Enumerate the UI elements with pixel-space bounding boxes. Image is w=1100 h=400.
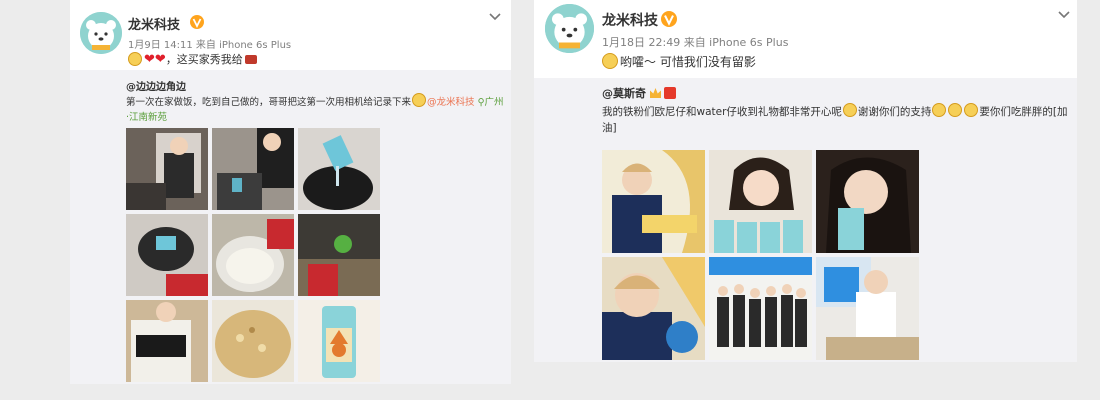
photo-thumbnail[interactable]: [212, 214, 294, 296]
smile-emoji-icon: [412, 93, 427, 107]
post-content: 哟嚯～ 可惜我们没有留影: [602, 52, 756, 70]
photo-thumbnail[interactable]: [126, 128, 208, 210]
weibo-post-card: 龙米科技 1月18日 22:49 来自 iPhone 6s Plus 哟嚯～ 可…: [534, 0, 1077, 362]
repost-block: @莫斯奇 我的铁粉们欧尼仔和water仔收到礼物都非常开心呢 谢谢你们的支持 要你们…: [534, 78, 1077, 362]
author-avatar[interactable]: [80, 12, 122, 54]
hug-emoji-icon: [128, 52, 142, 66]
chevron-down-icon[interactable]: [1056, 6, 1072, 20]
photo-thumbnail[interactable]: [298, 214, 380, 296]
photo-thumbnail[interactable]: [126, 300, 208, 382]
photo-grid: [602, 150, 919, 360]
repost-user[interactable]: @莫斯奇: [602, 85, 676, 101]
photo-thumbnail[interactable]: [816, 150, 919, 253]
photo-thumbnail[interactable]: [126, 214, 208, 296]
post-text: ，这买家秀我给: [165, 53, 243, 66]
post-meta: 1月18日 22:49 来自 iPhone 6s Plus: [602, 36, 789, 49]
post-content: ❤ ❤ ，这买家秀我给: [128, 51, 257, 67]
author-name[interactable]: 龙米科技: [128, 14, 180, 33]
post-text: 哟嚯～ 可惜我们没有留影: [620, 54, 756, 69]
repost-block: @边边边角边 第一次在家做饭，吃到自己做的，哥哥把这第一次用相机给记录下来 @龙米…: [70, 70, 511, 384]
badge-icon: [664, 87, 676, 99]
mention-link[interactable]: @龙米科技: [427, 97, 475, 108]
verified-v-icon: [661, 11, 677, 27]
photo-thumbnail[interactable]: [212, 128, 294, 210]
post-meta: 1月9日 14:11 来自 iPhone 6s Plus: [128, 40, 292, 51]
trophy-icon: [244, 54, 257, 64]
repost-text: 第一次在家做饭，吃到自己做的，哥哥把这第一次用相机给记录下来 @龙米科技 ⚲广州·…: [126, 93, 506, 125]
smile-emoji-icon: [948, 103, 963, 117]
laugh-emoji-icon: [602, 53, 618, 69]
smile-emoji-icon: [964, 103, 979, 117]
photo-thumbnail[interactable]: [298, 128, 380, 210]
verified-v-icon: [190, 14, 204, 29]
repost-text: 我的铁粉们欧尼仔和water仔收到礼物都非常开心呢 谢谢你们的支持 要你们吃胖胖的[…: [602, 103, 1072, 137]
location-pin-icon: ⚲: [477, 97, 485, 108]
photo-thumbnail[interactable]: [602, 257, 705, 360]
smile-emoji-icon: [932, 103, 947, 117]
photo-thumbnail[interactable]: [212, 300, 294, 382]
author-avatar[interactable]: [545, 4, 594, 53]
heart-icon: ❤: [144, 51, 155, 67]
photo-thumbnail[interactable]: [602, 150, 705, 253]
crown-icon: [650, 88, 661, 98]
smile-emoji-icon: [842, 103, 857, 117]
photo-thumbnail[interactable]: [298, 300, 380, 382]
chevron-down-icon[interactable]: [488, 8, 502, 22]
photo-thumbnail[interactable]: [709, 150, 812, 253]
heart-icon: ❤: [154, 51, 166, 67]
photo-thumbnail[interactable]: [709, 257, 812, 360]
weibo-post-card: 龙米科技 1月9日 14:11 来自 iPhone 6s Plus ❤ ❤ ，这…: [70, 0, 511, 384]
repost-user[interactable]: @边边边角边: [126, 78, 186, 93]
photo-thumbnail[interactable]: [816, 257, 919, 360]
photo-grid: [126, 128, 380, 382]
author-name[interactable]: 龙米科技: [602, 10, 658, 30]
